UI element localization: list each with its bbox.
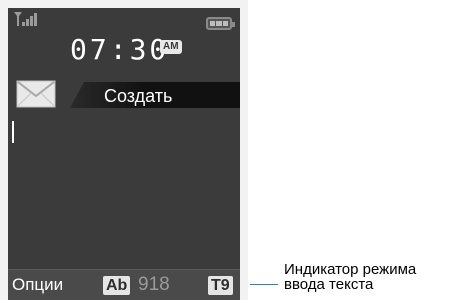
input-mode-indicator[interactable]: Ab	[103, 276, 131, 295]
callout-line	[250, 284, 278, 285]
t9-mode-indicator[interactable]: T9	[208, 276, 233, 295]
text-cursor[interactable]	[12, 121, 14, 143]
clock-ampm: AM	[160, 40, 182, 54]
callout-line-1: Индикатор режима	[284, 261, 417, 278]
callout-line-2: ввода текста	[284, 276, 374, 293]
softkey-bar: Опции Ab 918 T9	[8, 269, 240, 300]
options-softkey[interactable]: Опции	[12, 275, 63, 295]
battery-icon	[206, 17, 235, 30]
phone-frame: 07:30 AM Создать Опции Ab 918 T9	[0, 0, 248, 300]
phone-screen: 07:30 AM Создать Опции Ab 918 T9	[8, 8, 240, 300]
callout-label: Индикатор режима ввода текста	[284, 262, 416, 292]
signal-strength-icon	[14, 12, 37, 26]
envelope-icon	[16, 80, 56, 108]
character-counter: 918	[138, 274, 170, 295]
clock-time: 07:30	[70, 33, 170, 66]
screen-title: Создать	[104, 86, 173, 106]
